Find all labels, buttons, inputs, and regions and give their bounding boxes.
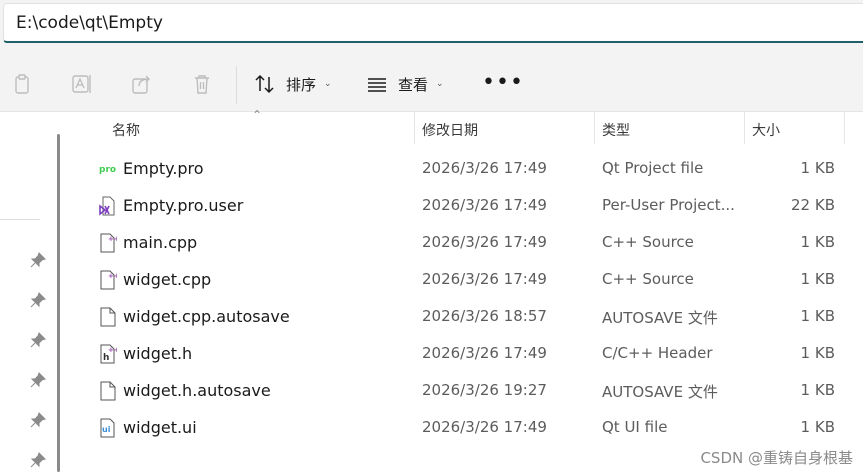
blank-file-icon [100,381,116,401]
cpp-file-icon: ++ [100,233,117,253]
column-header-size[interactable]: 大小 [744,112,844,146]
file-modified: 2026/3/26 17:49 [422,270,547,288]
file-name: widget.h [123,344,193,363]
column-header-name-label: 名称 [112,123,140,139]
rename-icon[interactable] [70,72,94,96]
svg-text:h: h [103,353,109,363]
file-name: widget.cpp.autosave [123,307,290,326]
file-size: 1 KB [800,344,835,362]
file-row[interactable]: ++ main.cpp 2026/3/26 17:49 C++ Source 1… [92,224,852,261]
watermark: CSDN @重铸自身根基 [700,449,853,467]
sort-icon [255,74,274,94]
view-button[interactable]: 查看 ⌄ [366,68,444,100]
blank-file-icon [100,307,116,327]
file-list-area: 名称 ⌃ 修改日期 类型 大小 pro Empty.pro 2026/3/26 … [0,108,863,472]
toolbar-divider [236,66,237,104]
chevron-down-icon: ⌄ [324,79,332,89]
pin-icon[interactable] [30,372,46,388]
ui-file-icon: ui [100,418,115,438]
file-modified: 2026/3/26 17:49 [422,159,547,177]
sort-label: 排序 [286,75,317,94]
address-bar[interactable]: E:\code\qt\Empty [3,3,863,43]
file-type: Per-User Project... [602,196,735,214]
command-bar: 排序 ⌄ 查看 ⌄ ••• [0,56,863,112]
file-size: 1 KB [800,159,835,177]
pin-icon[interactable] [30,332,46,348]
column-header-modified-label: 修改日期 [422,123,478,139]
vs-user-file-icon [99,196,115,216]
file-size: 1 KB [800,418,835,436]
file-size: 1 KB [800,270,835,288]
file-row[interactable]: ++ widget.cpp 2026/3/26 17:49 C++ Source… [92,261,852,298]
svg-text:ui: ui [102,425,111,434]
copy-icon[interactable] [10,72,34,96]
svg-text:++: ++ [108,235,117,243]
column-divider[interactable] [844,112,845,144]
file-name: widget.h.autosave [123,381,271,400]
file-row[interactable]: pro Empty.pro 2026/3/26 17:49 Qt Project… [92,150,852,187]
file-name: widget.ui [123,418,197,437]
file-name: Empty.pro.user [123,196,244,215]
file-size: 1 KB [800,381,835,399]
nav-divider [0,219,40,220]
address-bar-area: E:\code\qt\Empty [0,0,863,56]
file-type: Qt UI file [602,418,668,436]
header-file-icon: h ++ [100,344,117,364]
pro-file-icon: pro [99,163,117,175]
file-row[interactable]: Empty.pro.user 2026/3/26 17:49 Per-User … [92,187,852,224]
file-modified: 2026/3/26 19:27 [422,381,547,399]
address-path[interactable]: E:\code\qt\Empty [16,13,163,33]
more-options-button[interactable]: ••• [482,72,524,94]
file-modified: 2026/3/26 17:49 [422,196,547,214]
column-header-modified[interactable]: 修改日期 [414,112,594,146]
svg-text:pro: pro [99,165,116,175]
cpp-file-icon: ++ [100,270,117,290]
pin-icon[interactable] [30,292,46,308]
file-type: C/C++ Header [602,344,713,362]
sort-button[interactable]: 排序 ⌄ [254,68,332,100]
file-name: Empty.pro [123,159,204,178]
svg-text:++: ++ [108,272,117,280]
file-row[interactable]: widget.h.autosave 2026/3/26 19:27 AUTOSA… [92,372,852,409]
pin-icon[interactable] [30,252,46,268]
file-name: main.cpp [123,233,198,252]
file-row[interactable]: h ++ widget.h 2026/3/26 17:49 C/C++ Head… [92,335,852,372]
view-list-icon [368,78,386,92]
pin-icon[interactable] [30,412,46,428]
pin-icon[interactable] [30,452,46,468]
file-size: 1 KB [800,307,835,325]
file-size: 22 KB [791,196,835,214]
file-type: C++ Source [602,270,694,288]
file-modified: 2026/3/26 18:57 [422,307,547,325]
file-row[interactable]: ui widget.ui 2026/3/26 17:49 Qt UI file … [92,409,852,446]
file-modified: 2026/3/26 17:49 [422,418,547,436]
trash-icon[interactable] [190,72,214,96]
sort-ascending-icon: ⌃ [252,108,263,122]
navigation-pane [0,112,60,472]
svg-text:++: ++ [108,346,117,354]
file-size: 1 KB [800,233,835,251]
column-header-size-label: 大小 [752,123,780,139]
view-label: 查看 [398,75,429,94]
file-modified: 2026/3/26 17:49 [422,233,547,251]
file-modified: 2026/3/26 17:49 [422,344,547,362]
nav-scrollbar[interactable] [57,134,60,472]
file-type: AUTOSAVE 文件 [602,383,718,401]
share-icon[interactable] [130,72,154,96]
column-header-type[interactable]: 类型 [594,112,744,146]
file-type: AUTOSAVE 文件 [602,309,718,327]
file-type: C++ Source [602,233,694,251]
file-row[interactable]: widget.cpp.autosave 2026/3/26 18:57 AUTO… [92,298,852,335]
file-name: widget.cpp [123,270,212,289]
column-header-type-label: 类型 [602,123,630,139]
file-type: Qt Project file [602,159,704,177]
chevron-down-icon: ⌄ [436,79,444,89]
